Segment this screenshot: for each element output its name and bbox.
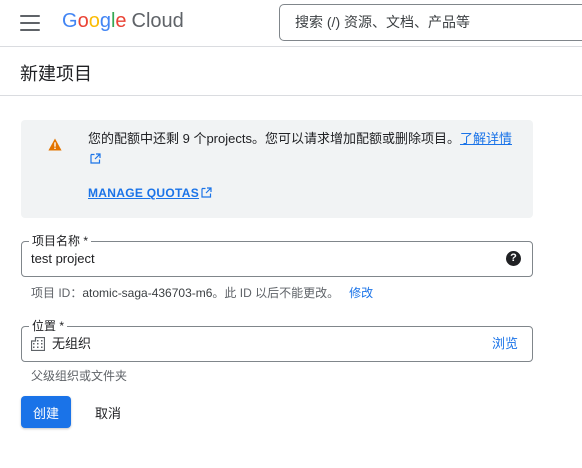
external-link-icon [201,187,212,198]
notice-message: 您的配额中还剩 9 个projects。您可以请求增加配额或删除项目。了解详情 [88,129,523,169]
edit-project-id-link[interactable]: 修改 [349,286,373,300]
external-link-icon[interactable] [90,153,101,164]
divider [0,95,582,96]
quota-notice: 您的配额中还剩 9 个projects。您可以请求增加配额或删除项目。了解详情 … [21,120,533,218]
help-icon[interactable]: ? [506,251,521,266]
location-hint: 父级组织或文件夹 [31,369,128,383]
organization-icon [31,337,45,351]
page-title: 新建项目 [20,64,92,84]
learn-more-link[interactable]: 了解详情 [460,131,512,146]
search-input[interactable]: 搜索 (/) 资源、文档、产品等 [279,4,582,41]
location-field[interactable]: 位置 * 无组织 浏览 [21,319,533,362]
quota-message: 您的配额中还剩 9 个projects。您可以请求增加配额或删除项目。 [88,131,460,146]
browse-button[interactable]: 浏览 [492,327,518,361]
project-id-hint: 项目 ID：atomic-saga-436703-m6。此 ID 以后不能更改。… [31,284,373,301]
manage-quotas-link[interactable]: MANAGE QUOTAS [88,186,212,200]
location-value: 无组织 [52,336,92,351]
project-name-input[interactable] [31,242,491,276]
warning-icon [48,138,62,151]
cancel-button[interactable]: 取消 [86,396,130,428]
menu-icon[interactable] [20,15,40,31]
project-id-prefix: 项目 ID： [31,286,83,300]
project-id-suffix: 。此 ID 以后不能更改。 [212,286,340,300]
project-id-value: atomic-saga-436703-m6 [82,286,213,300]
top-bar: Google Cloud 搜索 (/) 资源、文档、产品等 [0,0,582,47]
project-name-field[interactable]: 项目名称 * ? [21,234,533,277]
create-button[interactable]: 创建 [21,396,71,428]
manage-quotas-label: MANAGE QUOTAS [88,186,200,200]
google-cloud-logo[interactable]: Google Cloud [62,10,184,33]
